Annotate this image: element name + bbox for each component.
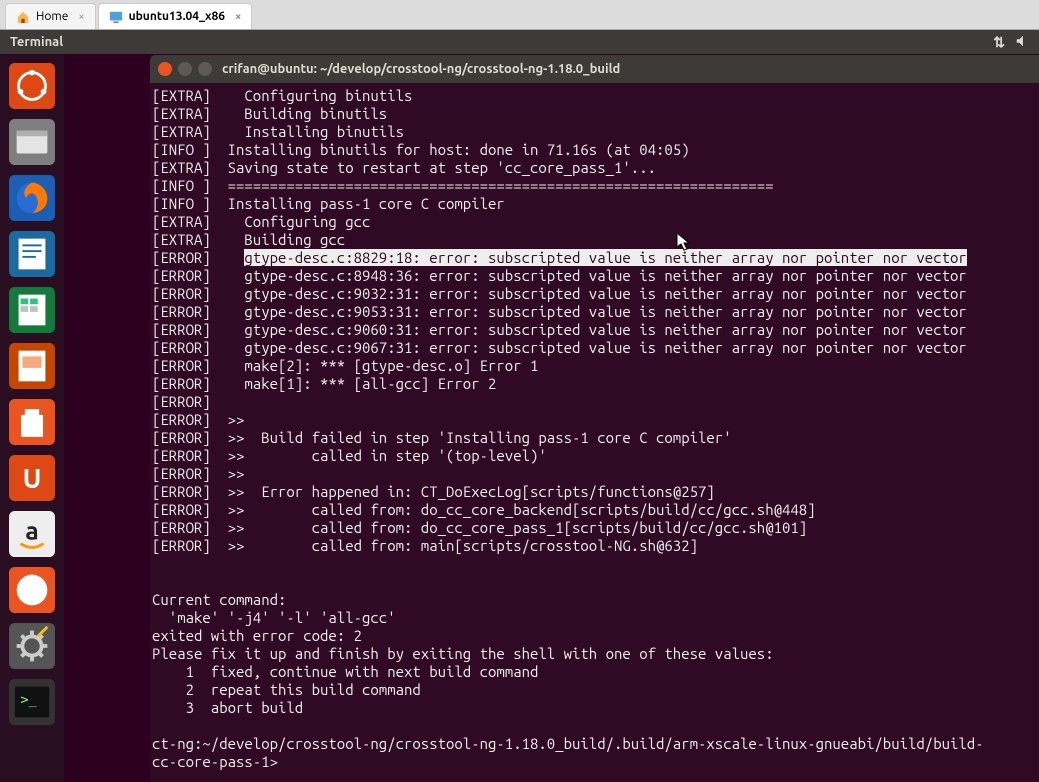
tab-ubuntu-vm[interactable]: ubuntu13.04_x86 × bbox=[98, 3, 253, 29]
terminal-line: [EXTRA] Configuring gcc bbox=[152, 213, 1037, 231]
network-icon[interactable]: ⇅ bbox=[993, 34, 1005, 51]
dash-icon[interactable] bbox=[6, 60, 58, 112]
terminal-line: [ERROR] >> bbox=[152, 465, 1037, 483]
terminal-icon[interactable]: >_ bbox=[6, 676, 58, 728]
terminal-line: [ERROR] >> called from: do_cc_core_pass_… bbox=[152, 519, 1037, 537]
impress-icon[interactable] bbox=[6, 340, 58, 392]
terminal-line: [EXTRA] Saving state to restart at step … bbox=[152, 159, 1037, 177]
app-title: Terminal bbox=[10, 35, 63, 49]
terminal-line: [INFO ] Installing binutils for host: do… bbox=[152, 141, 1037, 159]
settings-icon[interactable] bbox=[6, 620, 58, 672]
terminal-line bbox=[152, 555, 1037, 573]
ubuntuone-icon[interactable]: U bbox=[6, 452, 58, 504]
terminal-line: [ERROR] gtype-desc.c:9067:31: error: sub… bbox=[152, 339, 1037, 357]
terminal-line: 2 repeat this build command bbox=[152, 681, 1037, 699]
close-icon[interactable]: × bbox=[235, 11, 241, 23]
highlighted-text: gtype-desc.c:8829:18: error: subscripted… bbox=[244, 249, 966, 266]
terminal-line: [ERROR] gtype-desc.c:9032:31: error: sub… bbox=[152, 285, 1037, 303]
terminal-line: ct-ng:~/develop/crosstool-ng/crosstool-n… bbox=[152, 735, 1037, 753]
terminal-titlebar[interactable]: crifan@ubuntu: ~/develop/crosstool-ng/cr… bbox=[150, 55, 1039, 83]
terminal-line: [INFO ] Installing pass-1 core C compile… bbox=[152, 195, 1037, 213]
home-icon bbox=[16, 10, 30, 24]
window-close-button[interactable] bbox=[158, 62, 172, 76]
terminal-line: [ERROR] gtype-desc.c:9060:31: error: sub… bbox=[152, 321, 1037, 339]
terminal-line: [EXTRA] Building binutils bbox=[152, 105, 1037, 123]
terminal-line bbox=[152, 573, 1037, 591]
music-icon[interactable] bbox=[6, 564, 58, 616]
terminal-line: [ERROR] >> called in step '(top-level)' bbox=[152, 447, 1037, 465]
terminal-line: Current command: bbox=[152, 591, 1037, 609]
sound-icon[interactable] bbox=[1015, 34, 1029, 51]
terminal-title: crifan@ubuntu: ~/develop/crosstool-ng/cr… bbox=[222, 62, 620, 76]
terminal-line: cc-core-pass-1> bbox=[152, 753, 1037, 771]
menubar: Terminal ⇅ bbox=[0, 30, 1039, 54]
terminal-window: crifan@ubuntu: ~/develop/crosstool-ng/cr… bbox=[150, 55, 1039, 782]
tab-home[interactable]: Home × bbox=[5, 3, 96, 29]
svg-text:a: a bbox=[25, 517, 39, 545]
tab-label: ubuntu13.04_x86 bbox=[129, 10, 225, 23]
terminal-line: [ERROR] gtype-desc.c:8948:36: error: sub… bbox=[152, 267, 1037, 285]
svg-text:U: U bbox=[23, 464, 42, 494]
browser-tabs: Home × ubuntu13.04_x86 × bbox=[0, 0, 1039, 30]
firefox-icon[interactable] bbox=[6, 172, 58, 224]
terminal-line: Please fix it up and finish by exiting t… bbox=[152, 645, 1037, 663]
files-icon[interactable] bbox=[6, 116, 58, 168]
terminal-line: 'make' '-j4' '-l' 'all-gcc' bbox=[152, 609, 1037, 627]
terminal-line: [EXTRA] Configuring binutils bbox=[152, 87, 1037, 105]
terminal-line: [ERROR] >> Error happened in: CT_DoExecL… bbox=[152, 483, 1037, 501]
software-center-icon[interactable] bbox=[6, 396, 58, 448]
terminal-line: [ERROR] make[1]: *** [all-gcc] Error 2 bbox=[152, 375, 1037, 393]
terminal-line: [ERROR] >> called from: do_cc_core_backe… bbox=[152, 501, 1037, 519]
terminal-line: [ERROR] >> Build failed in step 'Install… bbox=[152, 429, 1037, 447]
terminal-line: [EXTRA] Building gcc bbox=[152, 231, 1037, 249]
close-icon[interactable]: × bbox=[78, 11, 84, 23]
tab-label: Home bbox=[36, 10, 68, 23]
writer-icon[interactable] bbox=[6, 228, 58, 280]
launcher: U a >_ bbox=[0, 54, 64, 782]
amazon-icon[interactable]: a bbox=[6, 508, 58, 560]
terminal-line: [ERROR] bbox=[152, 393, 1037, 411]
terminal-line: [ERROR] gtype-desc.c:9053:31: error: sub… bbox=[152, 303, 1037, 321]
terminal-line: [ERROR] >> called from: main[scripts/cro… bbox=[152, 537, 1037, 555]
terminal-line: 1 fixed, continue with next build comman… bbox=[152, 663, 1037, 681]
terminal-line: [ERROR] gtype-desc.c:8829:18: error: sub… bbox=[152, 249, 1037, 267]
terminal-line: [ERROR] make[2]: *** [gtype-desc.o] Erro… bbox=[152, 357, 1037, 375]
terminal-line: [INFO ] ================================… bbox=[152, 177, 1037, 195]
window-maximize-button[interactable] bbox=[198, 62, 212, 76]
calc-icon[interactable] bbox=[6, 284, 58, 336]
terminal-line bbox=[152, 717, 1037, 735]
monitor-icon bbox=[109, 10, 123, 24]
terminal-line: 3 abort build bbox=[152, 699, 1037, 717]
window-minimize-button[interactable] bbox=[178, 62, 192, 76]
terminal-line: exited with error code: 2 bbox=[152, 627, 1037, 645]
terminal-line: [EXTRA] Installing binutils bbox=[152, 123, 1037, 141]
terminal-line: [ERROR] >> bbox=[152, 411, 1037, 429]
terminal-body[interactable]: [EXTRA] Configuring binutils[EXTRA] Buil… bbox=[150, 83, 1039, 782]
svg-text:>_: >_ bbox=[21, 693, 38, 708]
